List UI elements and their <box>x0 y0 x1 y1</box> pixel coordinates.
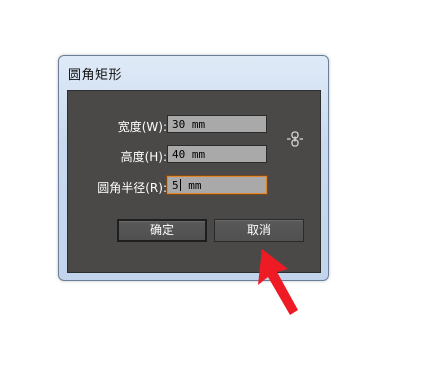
height-row: 高度(H): 40 mm <box>68 145 320 165</box>
cancel-button[interactable]: 取消 <box>214 219 304 242</box>
text-caret <box>179 179 181 191</box>
dialog-title: 圆角矩形 <box>68 68 123 83</box>
width-label: 宽度(W): <box>117 120 167 134</box>
corner-radius-unit: mm <box>181 179 202 192</box>
corner-radius-value: 5 <box>172 179 179 192</box>
corner-radius-row: 圆角半径(R): 5 mm <box>68 176 320 196</box>
width-input[interactable]: 30 mm <box>167 115 267 133</box>
red-arrow-icon <box>258 249 298 315</box>
corner-radius-input[interactable]: 5 mm <box>167 176 267 194</box>
corner-radius-label: 圆角半径(R): <box>97 181 167 195</box>
width-row: 宽度(W): 30 mm <box>68 115 320 135</box>
height-label: 高度(H): <box>120 150 167 164</box>
chain-link-icon[interactable] <box>286 130 304 148</box>
height-input[interactable]: 40 mm <box>167 145 267 163</box>
ok-button[interactable]: 确定 <box>117 219 207 242</box>
